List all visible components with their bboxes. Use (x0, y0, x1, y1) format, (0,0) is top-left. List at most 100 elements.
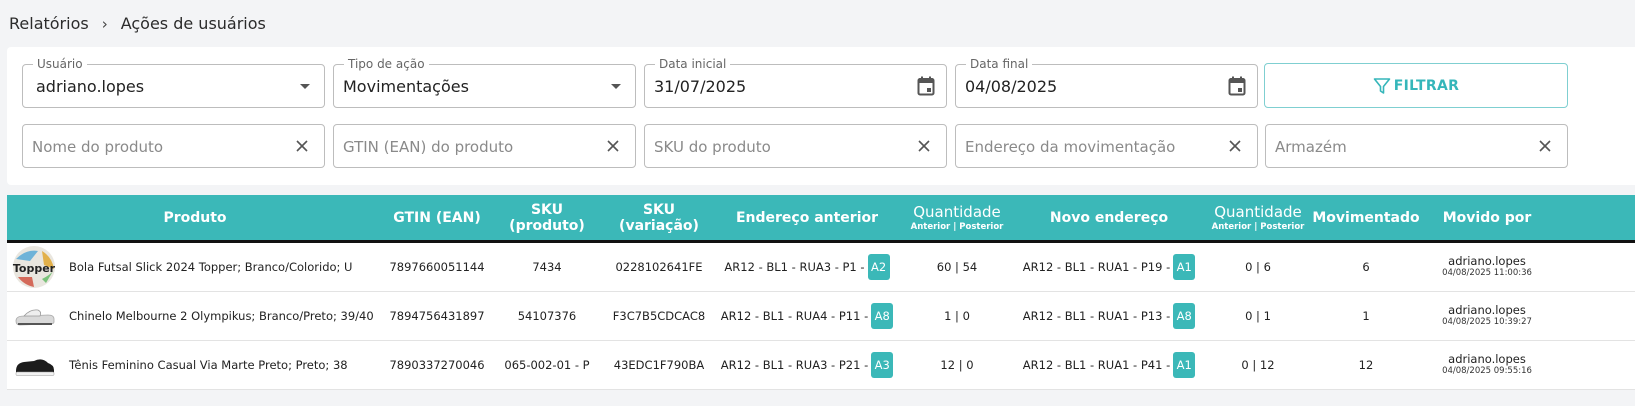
close-icon[interactable] (606, 139, 620, 153)
cell-novo-endereco: AR12 - BL1 - RUA1 - P19 - A1 (1015, 243, 1203, 291)
cell-movimentado: 6 (1362, 260, 1370, 274)
cell-gtin: 7897660051144 (389, 260, 485, 274)
cell-movimentado: 1 (1362, 309, 1370, 323)
gtin-input[interactable]: GTIN (EAN) do produto (333, 124, 636, 168)
sku-input[interactable]: SKU do produto (644, 124, 947, 168)
endereco-anterior-text: AR12 - BL1 - RUA3 - P21 - (720, 358, 869, 372)
user-select-value: adriano.lopes (36, 77, 145, 96)
close-icon[interactable] (1538, 139, 1552, 153)
breadcrumb-parent[interactable]: Relatórios (9, 14, 89, 33)
warehouse-placeholder: Armazém (1275, 138, 1347, 156)
mover-name: adriano.lopes (1448, 352, 1526, 366)
col-sku-variacao: SKU (variação) (619, 201, 699, 234)
cell-produto: Chinelo Melbourne 2 Olympikus; Branco/Pr… (69, 309, 374, 323)
cell-gtin: 7890337270046 (389, 358, 485, 372)
cell-produto: Bola Futsal Slick 2024 Topper; Branco/Co… (69, 260, 353, 274)
action-type-value: Movimentações (343, 77, 469, 96)
endereco-anterior-text: AR12 - BL1 - RUA4 - P11 - (720, 309, 869, 323)
mover-date: 04/08/2025 11:00:36 (1442, 268, 1532, 278)
close-icon[interactable] (1228, 139, 1242, 153)
endereco-anterior-text: AR12 - BL1 - RUA3 - P1 - (724, 260, 865, 274)
cell-sku-produto: 7434 (532, 260, 562, 274)
calendar-icon[interactable] (917, 76, 935, 96)
filter-button-label: FILTRAR (1393, 77, 1460, 94)
cell-sku-produto: 54107376 (517, 309, 577, 323)
col-gtin: GTIN (EAN) (393, 209, 481, 226)
warehouse-badge: A2 (867, 254, 890, 280)
start-date-value: 31/07/2025 (654, 77, 747, 96)
col-novo-endereco: Novo endereço (1049, 209, 1169, 226)
warehouse-input[interactable]: Armazém (1265, 124, 1568, 168)
thumb-brand-text: Topper (13, 262, 56, 275)
col-quantidade-label: Quantidade (913, 203, 1001, 221)
user-actions-table: Produto GTIN (EAN) SKU (produto) SKU (va… (7, 195, 1635, 390)
action-type-label: Tipo de ação (344, 57, 429, 71)
warehouse-badge: A1 (1173, 352, 1196, 378)
col-quantidade-sub: Anterior | Posterior (910, 222, 1004, 232)
user-select-label: Usuário (33, 57, 87, 71)
user-select[interactable]: Usuário adriano.lopes (22, 57, 325, 108)
col-quantidade2-sub: Anterior | Posterior (1211, 222, 1305, 232)
end-date-label: Data final (966, 57, 1033, 71)
funnel-icon (1373, 77, 1391, 94)
breadcrumb-current: Ações de usuários (120, 14, 266, 33)
start-date-label: Data inicial (655, 57, 731, 71)
cell-quantidade-nova: 0 | 6 (1245, 260, 1271, 274)
novo-endereco-text: AR12 - BL1 - RUA1 - P19 - (1022, 260, 1171, 274)
table-row[interactable]: Tênis Feminino Casual Via Marte Preto; P… (7, 341, 1635, 390)
cell-quantidade-anterior: 12 | 0 (940, 358, 974, 372)
address-input[interactable]: Endereço da movimentação (955, 124, 1258, 168)
product-thumbnail (15, 359, 55, 376)
product-name-input[interactable]: Nome do produto (22, 124, 325, 168)
cell-novo-endereco: AR12 - BL1 - RUA1 - P13 - A8 (1015, 292, 1203, 340)
cell-gtin: 7894756431897 (389, 309, 485, 323)
calendar-icon[interactable] (1228, 76, 1246, 96)
caret-down-icon[interactable] (611, 84, 621, 89)
col-movimentado: Movimentado (1312, 209, 1420, 226)
table-row[interactable]: Topper Bola Futsal Slick 2024 Topper; Br… (7, 243, 1635, 292)
end-date-value: 04/08/2025 (965, 77, 1058, 96)
start-date-field[interactable]: Data inicial 31/07/2025 (644, 57, 947, 108)
col-quantidade-nova: Quantidade Anterior | Posterior (1203, 195, 1313, 240)
cell-endereco-anterior: AR12 - BL1 - RUA3 - P21 - A3 (715, 341, 899, 389)
sku-placeholder: SKU do produto (654, 138, 771, 156)
product-thumbnail: Topper (13, 246, 56, 288)
cell-quantidade-nova: 0 | 1 (1245, 309, 1271, 323)
table-row[interactable]: Chinelo Melbourne 2 Olympikus; Branco/Pr… (7, 292, 1635, 341)
action-type-select[interactable]: Tipo de ação Movimentações (333, 57, 636, 108)
cell-endereco-anterior: AR12 - BL1 - RUA3 - P1 - A2 (715, 243, 899, 291)
col-movido-por: Movido por (1442, 209, 1532, 226)
breadcrumb: Relatórios › Ações de usuários (9, 14, 266, 33)
product-name-placeholder: Nome do produto (32, 138, 164, 156)
chevron-right-icon: › (101, 14, 108, 33)
cell-movido-por: adriano.lopes 04/08/2025 10:39:27 (1419, 292, 1555, 340)
cell-produto: Tênis Feminino Casual Via Marte Preto; P… (69, 358, 348, 372)
close-icon[interactable] (917, 139, 931, 153)
warehouse-badge: A1 (1173, 254, 1196, 280)
warehouse-badge: A3 (871, 352, 894, 378)
col-quantidade2-label: Quantidade (1214, 203, 1302, 221)
table-header: Produto GTIN (EAN) SKU (produto) SKU (va… (7, 195, 1635, 243)
cell-endereco-anterior: AR12 - BL1 - RUA4 - P11 - A8 (715, 292, 899, 340)
mover-date: 04/08/2025 10:39:27 (1442, 317, 1532, 327)
warehouse-badge: A8 (871, 303, 894, 329)
mover-date: 04/08/2025 09:55:16 (1442, 366, 1532, 376)
col-sku-produto: SKU (produto) (509, 201, 585, 234)
cell-sku-produto: 065-002-01 - P (504, 358, 590, 372)
cell-sku-variacao: F3C7B5CDCAC8 (612, 309, 706, 323)
cell-movimentado: 12 (1358, 358, 1374, 372)
gtin-placeholder: GTIN (EAN) do produto (343, 138, 514, 156)
cell-quantidade-anterior: 1 | 0 (944, 309, 970, 323)
mover-name: adriano.lopes (1448, 254, 1526, 268)
cell-novo-endereco: AR12 - BL1 - RUA1 - P41 - A1 (1015, 341, 1203, 389)
cell-movido-por: adriano.lopes 04/08/2025 11:00:36 (1419, 243, 1555, 291)
mover-name: adriano.lopes (1448, 303, 1526, 317)
col-quantidade-anterior: Quantidade Anterior | Posterior (899, 195, 1015, 240)
novo-endereco-text: AR12 - BL1 - RUA1 - P41 - (1022, 358, 1171, 372)
end-date-field[interactable]: Data final 04/08/2025 (955, 57, 1258, 108)
caret-down-icon[interactable] (300, 84, 310, 89)
close-icon[interactable] (295, 139, 309, 153)
col-produto: Produto (163, 209, 227, 226)
cell-sku-variacao: 0228102641FE (615, 260, 703, 274)
filter-button[interactable]: FILTRAR (1264, 63, 1568, 108)
